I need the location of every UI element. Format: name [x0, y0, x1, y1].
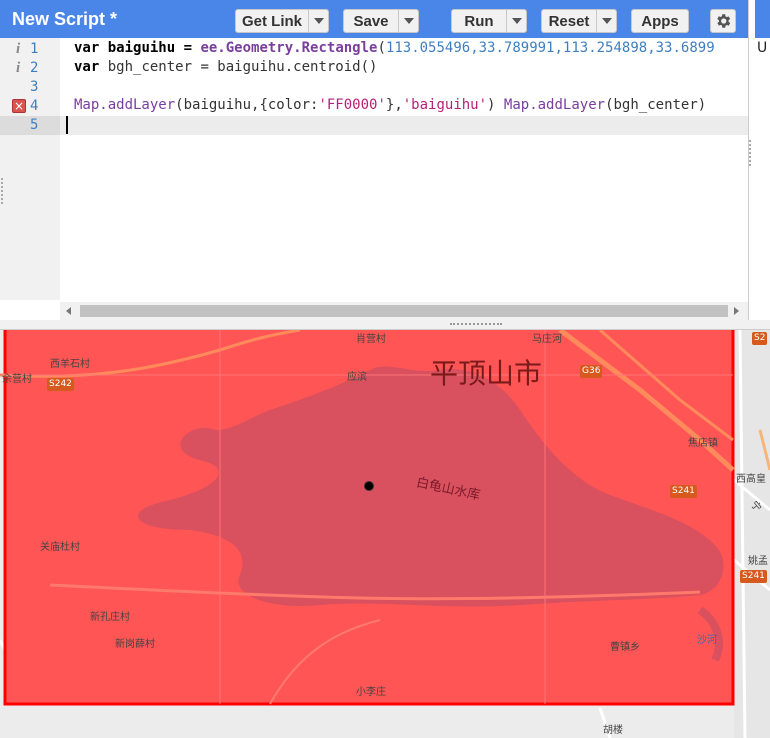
scrollbar-thumb[interactable] [80, 305, 728, 317]
route-shield: S2 [752, 332, 768, 345]
place-label: 肖营村 [356, 334, 386, 345]
info-icon[interactable]: i [16, 41, 20, 58]
code-text: bgh_center = baiguihu.centroid() [99, 59, 378, 75]
drag-handle-icon[interactable] [450, 323, 502, 329]
place-label: 新岗薛村 [115, 639, 155, 650]
place-label: 西高皇 [736, 474, 766, 485]
code-text: baiguihu = [99, 40, 201, 56]
editor-map-splitter[interactable] [0, 320, 770, 330]
code-text: }, [385, 97, 403, 113]
code-line-1: var baiguihu = ee.Geometry.Rectangle(113… [74, 40, 715, 59]
river-label: 沙河 [697, 635, 717, 646]
save-label: Save [353, 12, 389, 30]
line-number-gutter: i 1 i 2 3 × 4 5 [0, 38, 60, 300]
chevron-down-icon [403, 18, 414, 24]
right-panel-tab[interactable] [755, 0, 770, 38]
gutter-line: × 4 [0, 97, 60, 116]
line-number: 5 [30, 117, 39, 133]
place-label: 焦店镇 [688, 438, 718, 449]
code-text: (bgh_center) [605, 97, 707, 113]
place-label: 曹镇乡 [610, 642, 640, 653]
panel-resize-handle[interactable] [1, 178, 7, 204]
save-dropdown[interactable] [398, 10, 418, 32]
place-label: 胡楼 [603, 725, 623, 736]
string-literal: 'FF0000' [318, 97, 386, 113]
place-label: 余营村 [2, 374, 32, 385]
error-icon[interactable]: × [12, 99, 26, 113]
right-panel-edge: U [748, 0, 770, 330]
route-shield: S241 [740, 570, 767, 583]
map-view[interactable]: 平顶山市 白龟山水库 西羊石村 余营村 肖营村 应滨 马庄河 关庙杜村 新孔庄村… [0, 330, 770, 738]
right-panel-text: U [757, 40, 768, 56]
code-text: ( [377, 40, 386, 56]
code-line-2: var bgh_center = baiguihu.centroid() [74, 59, 377, 78]
route-shield: S242 [47, 378, 74, 391]
gear-icon [717, 14, 731, 28]
route-shield: S241 [670, 485, 697, 498]
line-number: 4 [30, 98, 39, 114]
apps-label: Apps [641, 12, 679, 30]
scroll-right-icon[interactable] [734, 307, 739, 315]
place-label: 马庄河 [532, 334, 562, 345]
info-icon[interactable]: i [16, 60, 20, 77]
run-label: Run [464, 12, 494, 30]
chevron-down-icon [511, 18, 522, 24]
settings-button[interactable] [710, 9, 736, 33]
string-literal: 'baiguihu' [402, 97, 488, 113]
place-label: 西羊石村 [50, 359, 90, 370]
code-text: (baiguihu,{color: [175, 97, 319, 113]
run-button[interactable]: Run [451, 9, 527, 33]
city-label: 平顶山市 [430, 357, 543, 390]
panel-resize-handle[interactable] [749, 140, 755, 166]
scroll-left-icon[interactable] [66, 307, 71, 315]
script-title: New Script * [12, 9, 118, 29]
save-button[interactable]: Save [343, 9, 419, 33]
reset-dropdown[interactable] [596, 10, 616, 32]
get-link-dropdown[interactable] [308, 10, 328, 32]
code-line-5-active [60, 116, 748, 135]
function-name: Map.addLayer [74, 97, 176, 113]
place-label: 小李庄 [356, 687, 386, 698]
run-dropdown[interactable] [506, 10, 526, 32]
place-label: 应滨 [347, 372, 367, 383]
chevron-down-icon [601, 18, 612, 24]
keyword: var [74, 59, 100, 75]
place-label: 新孔庄村 [90, 612, 130, 623]
chevron-down-icon [313, 18, 324, 24]
get-link-button[interactable]: Get Link [235, 9, 329, 33]
place-label: 关庙杜村 [40, 542, 80, 553]
text-cursor [66, 116, 68, 134]
get-link-label: Get Link [241, 12, 302, 30]
line-number: 1 [30, 41, 39, 57]
line-number: 2 [30, 60, 39, 76]
keyword: var [74, 40, 100, 56]
route-shield: G36 [580, 365, 603, 378]
gutter-line: 3 [0, 78, 60, 97]
line-number: 3 [30, 79, 39, 95]
gutter-line: i 2 [0, 59, 60, 78]
horizontal-scrollbar[interactable] [60, 302, 748, 320]
centroid-point [364, 481, 374, 491]
number-literal: 113.055496,33.789991,113.254898,33.6899 [385, 40, 715, 56]
code-line-4: Map.addLayer(baiguihu,{color:'FF0000'},'… [74, 97, 706, 116]
gutter-line: i 1 [0, 40, 60, 59]
place-label: 姚孟 [748, 556, 768, 567]
code-editor[interactable]: var baiguihu = ee.Geometry.Rectangle(113… [60, 38, 748, 300]
function-name: ee.Geometry.Rectangle [200, 40, 378, 56]
code-text: ) [487, 97, 504, 113]
map-canvas [0, 330, 770, 738]
reset-label: Reset [548, 12, 590, 30]
gutter-line-active: 5 [0, 116, 60, 135]
script-toolbar: New Script * Get Link Save Run Reset App… [0, 0, 748, 38]
apps-button[interactable]: Apps [631, 9, 689, 33]
function-name: Map.addLayer [503, 97, 606, 113]
reset-button[interactable]: Reset [541, 9, 617, 33]
